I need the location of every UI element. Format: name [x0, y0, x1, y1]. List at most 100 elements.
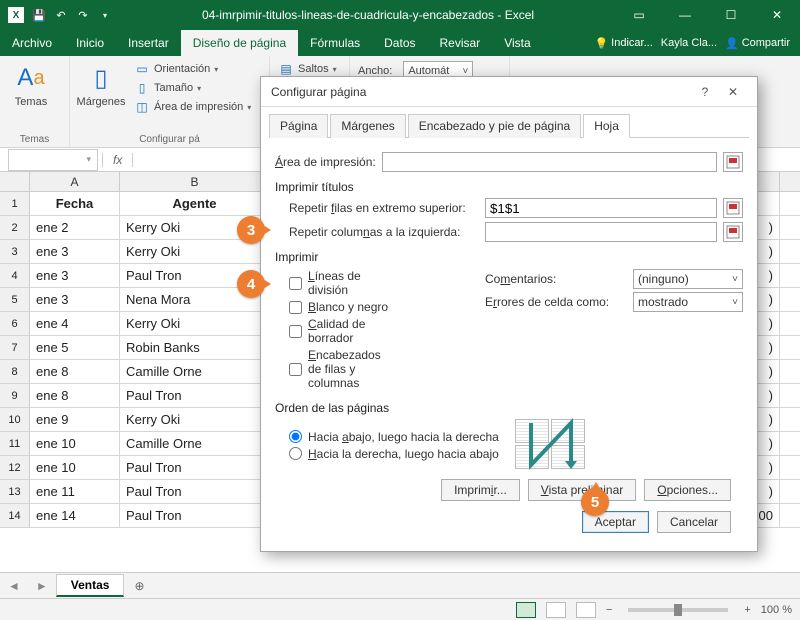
row-header[interactable]: 10	[0, 408, 30, 431]
page-layout-view-button[interactable]	[546, 602, 566, 618]
normal-view-button[interactable]	[516, 602, 536, 618]
row-header[interactable]: 4	[0, 264, 30, 287]
dialog-tab-margenes[interactable]: Márgenes	[330, 114, 405, 138]
row-header[interactable]: 8	[0, 360, 30, 383]
zoom-in-button[interactable]: +	[744, 604, 750, 616]
row-header[interactable]: 12	[0, 456, 30, 479]
fx-icon[interactable]: fx	[102, 153, 133, 167]
print-area-range-button[interactable]	[723, 152, 743, 172]
row-header[interactable]: 14	[0, 504, 30, 527]
cancel-button[interactable]: Cancelar	[657, 511, 731, 533]
cell[interactable]: ene 5	[30, 336, 120, 359]
repeat-cols-input[interactable]	[485, 222, 717, 242]
tab-revisar[interactable]: Revisar	[428, 30, 493, 56]
dialog-help-button[interactable]: ?	[691, 80, 719, 104]
zoom-level[interactable]: 100 %	[761, 604, 792, 616]
cell[interactable]: Robin Banks	[120, 336, 270, 359]
cell[interactable]: ene 10	[30, 432, 120, 455]
undo-icon[interactable]: ↶	[54, 8, 68, 22]
collapse-dialog-icon	[726, 201, 740, 215]
cell[interactable]: Kerry Oki	[120, 312, 270, 335]
margins-button[interactable]: ▯ Márgenes	[76, 60, 126, 110]
repeat-rows-input[interactable]	[485, 198, 717, 218]
cell[interactable]: Paul Tron	[120, 384, 270, 407]
cell[interactable]: ene 10	[30, 456, 120, 479]
cell[interactable]: Camille Orne	[120, 360, 270, 383]
errors-select[interactable]: mostrado	[633, 292, 743, 312]
tab-archivo[interactable]: Archivo	[0, 30, 64, 56]
cell[interactable]: ene 3	[30, 288, 120, 311]
blackwhite-checkbox[interactable]	[289, 301, 302, 314]
row-header[interactable]: 7	[0, 336, 30, 359]
row-header[interactable]: 9	[0, 384, 30, 407]
draft-checkbox[interactable]	[289, 325, 302, 338]
select-all-corner[interactable]	[0, 172, 30, 191]
cell[interactable]: ene 8	[30, 360, 120, 383]
share-button[interactable]: 👤Compartir	[725, 37, 790, 50]
cell[interactable]: ene 14	[30, 504, 120, 527]
cell[interactable]: Camille Orne	[120, 432, 270, 455]
tab-inicio[interactable]: Inicio	[64, 30, 116, 56]
zoom-out-button[interactable]: −	[606, 604, 612, 616]
qat-more-icon[interactable]: ▾	[98, 8, 112, 22]
cell[interactable]: Paul Tron	[120, 456, 270, 479]
gridlines-checkbox[interactable]	[289, 277, 302, 290]
cell[interactable]: Paul Tron	[120, 504, 270, 527]
tab-insertar[interactable]: Insertar	[116, 30, 181, 56]
row-header[interactable]: 3	[0, 240, 30, 263]
cell[interactable]: ene 4	[30, 312, 120, 335]
dialog-tab-encabezado[interactable]: Encabezado y pie de página	[408, 114, 581, 138]
print-area-input[interactable]	[382, 152, 717, 172]
cell[interactable]: Paul Tron	[120, 480, 270, 503]
dialog-tab-hoja[interactable]: Hoja	[583, 114, 630, 138]
ribbon-options-icon[interactable]: ▭	[616, 0, 662, 30]
repeat-rows-range-button[interactable]	[723, 198, 743, 218]
zoom-slider[interactable]	[628, 608, 728, 612]
sheet-tab-ventas[interactable]: Ventas	[56, 574, 125, 597]
page-break-view-button[interactable]	[576, 602, 596, 618]
save-icon[interactable]: 💾	[32, 8, 46, 22]
size-button[interactable]: ▯Tamaño	[132, 79, 253, 97]
col-header-b[interactable]: B	[120, 172, 270, 191]
tab-vista[interactable]: Vista	[492, 30, 542, 56]
row-header[interactable]: 11	[0, 432, 30, 455]
cell[interactable]: ene 3	[30, 264, 120, 287]
repeat-cols-range-button[interactable]	[723, 222, 743, 242]
tab-formulas[interactable]: Fórmulas	[298, 30, 372, 56]
cell[interactable]: ene 9	[30, 408, 120, 431]
tab-diseno-pagina[interactable]: Diseño de página	[181, 30, 298, 56]
sheet-nav-prev[interactable]: ◄	[0, 579, 28, 593]
col-header-a[interactable]: A	[30, 172, 120, 191]
cell[interactable]: ene 2	[30, 216, 120, 239]
dialog-close-button[interactable]: ✕	[719, 80, 747, 104]
tell-me[interactable]: 💡Indicar...	[594, 37, 652, 50]
name-box[interactable]	[8, 149, 98, 171]
add-sheet-button[interactable]: ⊕	[124, 579, 154, 593]
order-right-radio[interactable]	[289, 447, 302, 460]
row-header[interactable]: 6	[0, 312, 30, 335]
print-button[interactable]: Imprimir...	[441, 479, 520, 501]
headings-checkbox[interactable]	[289, 363, 302, 376]
order-down-radio[interactable]	[289, 430, 302, 443]
row-header[interactable]: 5	[0, 288, 30, 311]
row-header[interactable]: 13	[0, 480, 30, 503]
minimize-button[interactable]: ―	[662, 0, 708, 30]
themes-button[interactable]: Aa Temas	[6, 60, 56, 110]
cell[interactable]: ene 11	[30, 480, 120, 503]
maximize-button[interactable]: ☐	[708, 0, 754, 30]
redo-icon[interactable]: ↷	[76, 8, 90, 22]
cell[interactable]: ene 8	[30, 384, 120, 407]
row-header[interactable]: 1	[0, 192, 30, 215]
dialog-tab-pagina[interactable]: Página	[269, 114, 328, 138]
close-button[interactable]: ✕	[754, 0, 800, 30]
row-header[interactable]: 2	[0, 216, 30, 239]
print-area-button[interactable]: ◫Área de impresión	[132, 98, 253, 116]
options-button[interactable]: Opciones...	[644, 479, 731, 501]
user-label[interactable]: Kayla Cla...	[661, 37, 717, 49]
tab-datos[interactable]: Datos	[372, 30, 427, 56]
cell[interactable]: Kerry Oki	[120, 408, 270, 431]
sheet-nav-next[interactable]: ►	[28, 579, 56, 593]
comments-select[interactable]: (ninguno)	[633, 269, 743, 289]
orientation-button[interactable]: ▭Orientación	[132, 60, 253, 78]
cell[interactable]: ene 3	[30, 240, 120, 263]
